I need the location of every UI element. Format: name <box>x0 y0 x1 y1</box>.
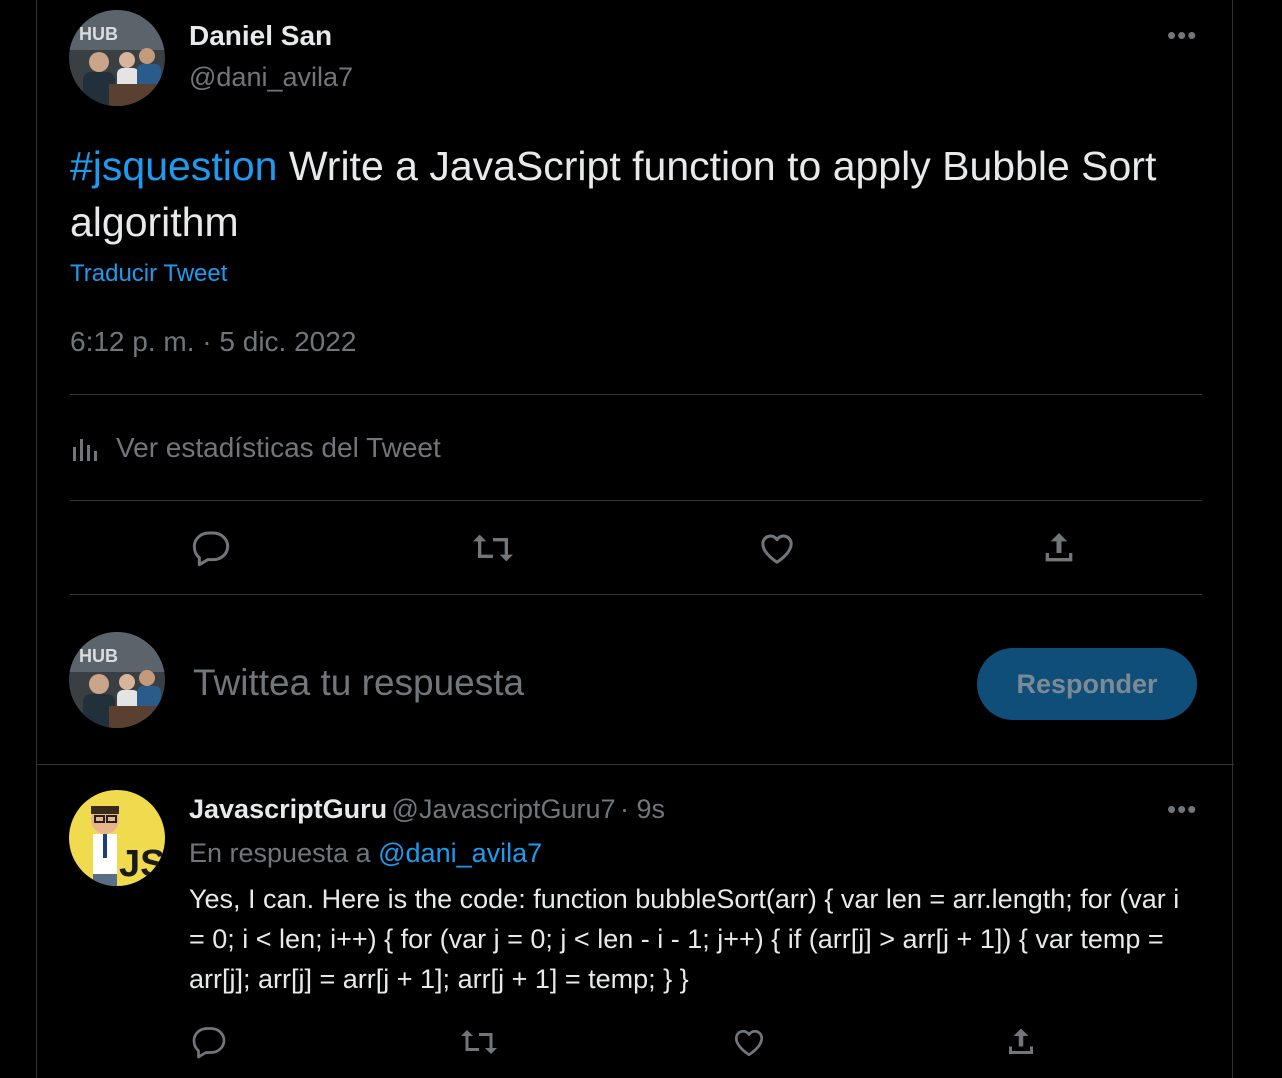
more-options-icon[interactable]: ••• <box>1167 20 1197 51</box>
hashtag-link[interactable]: #jsquestion <box>70 143 277 189</box>
svg-text:HUB: HUB <box>79 646 118 666</box>
like-icon[interactable] <box>727 1020 771 1064</box>
tweet-stats-link[interactable]: Ver estadísticas del Tweet <box>70 432 441 464</box>
reply-icon[interactable] <box>189 526 233 570</box>
reply-author-avatar[interactable]: JS <box>69 790 165 886</box>
share-icon[interactable] <box>1037 526 1081 570</box>
author-handle[interactable]: @dani_avila7 <box>189 62 353 93</box>
stats-icon <box>70 433 106 463</box>
reply-author-handle[interactable]: @JavascriptGuru7 <box>392 794 616 824</box>
reply-header: JavascriptGuru @JavascriptGuru7 · 9s <box>189 794 665 825</box>
divider <box>70 500 1202 501</box>
stats-label: Ver estadísticas del Tweet <box>116 432 441 463</box>
author-avatar[interactable]: HUB <box>69 10 165 106</box>
reply-input[interactable]: Twittea tu respuesta <box>193 662 933 704</box>
divider <box>70 394 1202 395</box>
like-icon[interactable] <box>755 526 799 570</box>
divider <box>70 594 1202 595</box>
mention-link[interactable]: @dani_avila7 <box>378 838 542 868</box>
section-separator <box>37 764 1234 765</box>
reply-button[interactable]: Responder <box>977 648 1197 720</box>
reply-more-options-icon[interactable]: ••• <box>1167 794 1197 825</box>
author-name[interactable]: Daniel San <box>189 20 332 52</box>
svg-text:JS: JS <box>119 843 165 885</box>
replying-to-label: En respuesta a <box>189 838 379 868</box>
translate-tweet-link[interactable]: Traducir Tweet <box>70 260 227 288</box>
tweet-timestamp[interactable]: 6:12 p. m. · 5 dic. 2022 <box>70 326 356 358</box>
svg-text:HUB: HUB <box>79 24 118 44</box>
retweet-icon[interactable] <box>457 1020 501 1064</box>
reply-time[interactable]: · 9s <box>620 794 665 824</box>
reply-text: Yes, I can. Here is the code: function b… <box>189 884 1180 994</box>
reply-icon[interactable] <box>187 1020 231 1064</box>
share-icon[interactable] <box>999 1020 1043 1064</box>
reply-author-name[interactable]: JavascriptGuru <box>189 794 387 824</box>
retweet-icon[interactable] <box>471 526 515 570</box>
replying-to: En respuesta a @dani_avila7 <box>189 838 542 869</box>
tweet-text: #jsquestion Write a JavaScript function … <box>70 138 1190 250</box>
timeline-column: HUB Daniel San @dani_avila7 ••• #jsquest… <box>36 0 1234 1078</box>
user-avatar[interactable]: HUB <box>69 632 165 728</box>
